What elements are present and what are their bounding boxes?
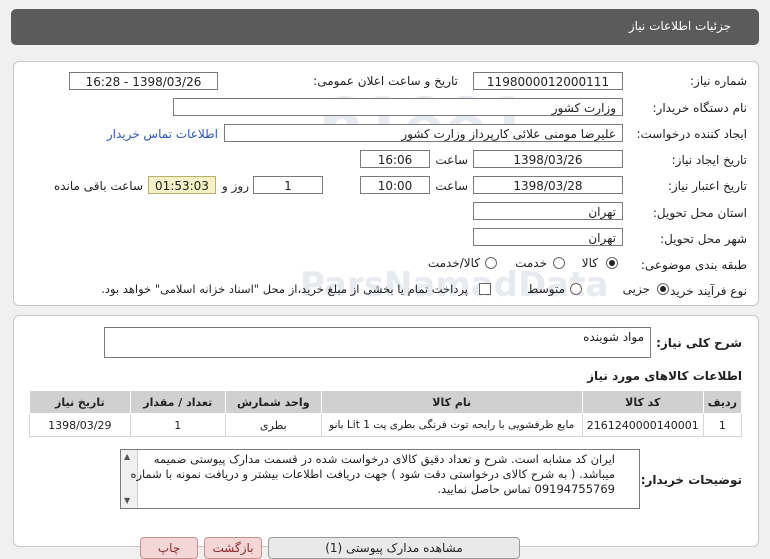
- announce-label: تاریخ و ساعت اعلان عمومی:: [313, 74, 458, 88]
- days-word: روز و: [222, 179, 249, 193]
- creator-label: ایجاد کننده درخواست:: [636, 127, 747, 141]
- cell-quantity: 1: [129, 413, 226, 437]
- days-field: 1: [253, 176, 323, 194]
- need-number-label: شماره نیاز:: [690, 74, 747, 88]
- cell-unit: بطری: [224, 413, 322, 437]
- category-service-radio[interactable]: [553, 257, 565, 269]
- valid-time-field: 10:00: [360, 176, 430, 194]
- treasury-note: پرداخت تمام یا بخشی از مبلغ خرید،از محل …: [101, 282, 468, 296]
- cell-item-code: 2161240000140001: [581, 413, 704, 437]
- province-label: استان محل تحویل:: [652, 206, 747, 220]
- process-medium-radio[interactable]: [570, 283, 582, 295]
- valid-date-field: 1398/03/28: [473, 176, 623, 194]
- category-goods-service-radio[interactable]: [485, 257, 497, 269]
- col-unit: واحد شمارش: [224, 390, 322, 414]
- items-header-row: ردیف کد کالا نام کالا واحد شمارش تعداد /…: [29, 390, 743, 414]
- treasury-checkbox[interactable]: [479, 283, 491, 295]
- need-number-field: 1198000012000111: [473, 72, 623, 90]
- process-partial-label: جزیی: [622, 282, 650, 296]
- remaining-word: ساعت باقی مانده: [53, 179, 143, 193]
- category-service-label: خدمت: [515, 256, 547, 270]
- col-item-name: نام کالا: [320, 390, 583, 414]
- col-item-code: کد کالا: [581, 390, 704, 414]
- city-label: شهر محل تحویل:: [660, 232, 747, 246]
- category-goods-service-label: کالا/خدمت: [427, 256, 480, 270]
- valid-time-word: ساعت: [435, 179, 468, 193]
- created-date-label: تاریخ ایجاد نیاز:: [671, 153, 747, 167]
- buyer-notes-text: ایران کد مشابه است. شرح و تعداد دقیق کال…: [130, 452, 615, 496]
- buyer-org-field: وزارت کشور: [173, 98, 623, 116]
- process-partial-radio[interactable]: [657, 283, 669, 295]
- summary-field: مواد شوینده: [104, 327, 651, 358]
- category-goods-radio[interactable]: [606, 257, 618, 269]
- valid-date-label: تاریخ اعتبار نیاز:: [667, 179, 747, 193]
- created-time-word: ساعت: [435, 153, 468, 167]
- remaining-time-field: 01:53:03: [148, 176, 216, 194]
- buyer-notes-label: توضیحات خریدار:: [640, 473, 742, 487]
- summary-label: شرح کلی نیاز:: [656, 336, 742, 350]
- col-row-number: ردیف: [702, 390, 743, 414]
- announce-field: 1398/03/26 - 16:28: [69, 72, 218, 90]
- view-documents-button[interactable]: مشاهده مدارک پیوستی (1): [268, 537, 520, 559]
- process-medium-label: متوسط: [527, 282, 565, 296]
- created-time-field: 16:06: [360, 150, 430, 168]
- page-title: جزئیات اطلاعات نیاز: [628, 19, 731, 33]
- category-goods-label: کالا: [581, 256, 598, 270]
- scroll-down-icon[interactable]: ▼: [124, 496, 130, 505]
- province-field: تهران: [473, 202, 623, 220]
- creator-field: علیرضا مومنی علائی کارپرداز وزارت کشور: [224, 124, 623, 142]
- cell-need-date: 1398/03/29: [29, 413, 131, 437]
- buyer-notes-box[interactable]: ▲ ▼ ایران کد مشابه است. شرح و تعداد دقیق…: [120, 449, 640, 509]
- items-title: اطلاعات کالاهای مورد نیاز: [587, 369, 742, 383]
- print-button[interactable]: چاپ: [140, 537, 198, 559]
- city-field: تهران: [473, 228, 623, 246]
- cell-row-number: 1: [702, 413, 743, 437]
- process-label: نوع فرآیند خرید :: [662, 284, 747, 298]
- items-table: ردیف کد کالا نام کالا واحد شمارش تعداد /…: [29, 390, 743, 437]
- table-row: 1 2161240000140001 مایع ظرفشویی با رایحه…: [29, 413, 743, 437]
- contact-info-link[interactable]: اطلاعات تماس خریدار: [107, 127, 218, 141]
- col-need-date: تاریخ نیاز: [29, 390, 131, 414]
- buyer-org-label: نام دستگاه خریدار:: [652, 101, 748, 115]
- created-date-field: 1398/03/26: [473, 150, 623, 168]
- page-header: جزئیات اطلاعات نیاز: [11, 9, 759, 45]
- cell-item-name: مایع ظرفشویی با رایحه توت فرنگی بطری پت …: [320, 413, 583, 437]
- category-label: طبقه بندی موضوعی:: [640, 258, 747, 272]
- col-quantity: تعداد / مقدار: [129, 390, 226, 414]
- back-button[interactable]: بازگشت: [204, 537, 262, 559]
